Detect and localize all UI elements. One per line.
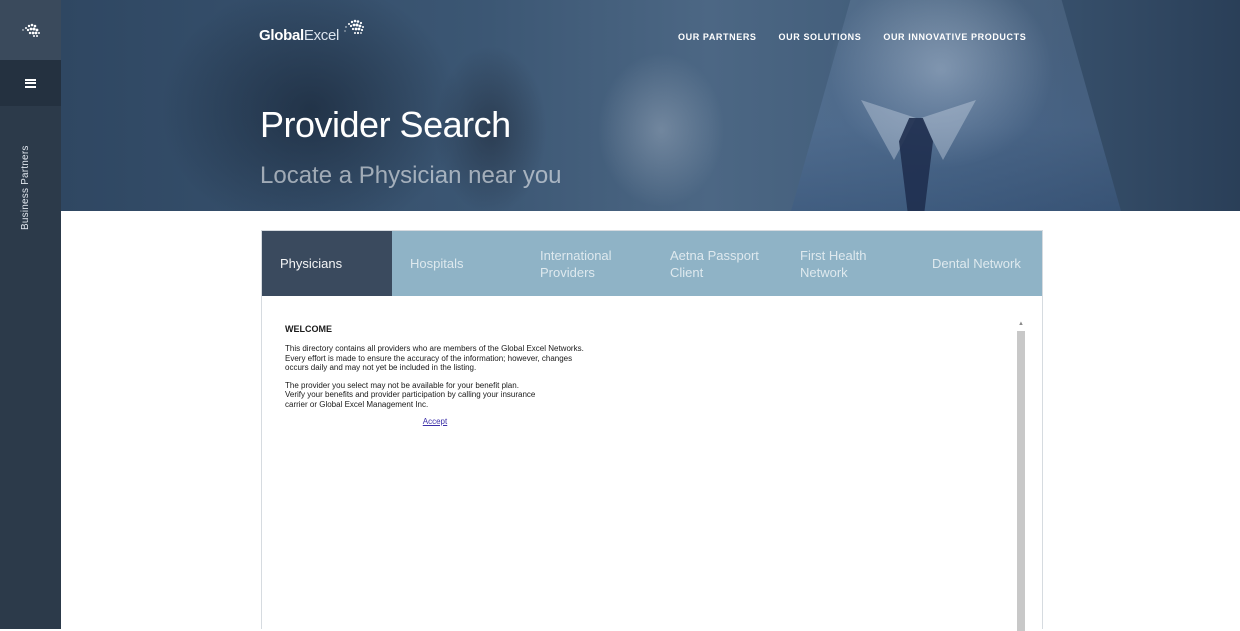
tab-label-line2: Client xyxy=(670,264,704,280)
tab-label: Physicians xyxy=(280,256,343,271)
menu-button[interactable] xyxy=(0,60,61,106)
business-partners-label: Business Partners xyxy=(20,145,31,230)
hero-banner: GlobalExcel OUR PARTNERS OUR SOLUTIONS O… xyxy=(61,0,1240,211)
welcome-line: carrier or Global Excel Management Inc. xyxy=(285,399,429,409)
globe-logo-icon xyxy=(21,23,40,37)
hamburger-icon xyxy=(25,78,36,88)
tab-label-line1: First Health xyxy=(800,247,867,263)
scroll-up-arrow-icon[interactable]: ▲ xyxy=(1015,319,1027,329)
welcome-line: The provider you select may not be avail… xyxy=(285,380,519,390)
page-subtitle: Locate a Physician near you xyxy=(260,162,562,189)
welcome-paragraph-2: The provider you select may not be avail… xyxy=(285,381,705,410)
scrollbar-thumb[interactable] xyxy=(1017,331,1025,631)
brand-logo[interactable]: GlobalExcel xyxy=(259,18,367,44)
tab-label-line2: Providers xyxy=(540,264,595,280)
brand-light: Excel xyxy=(303,27,340,44)
tab-international-providers[interactable]: International Providers xyxy=(522,231,652,296)
page-title: Provider Search xyxy=(260,104,511,145)
rail-logo[interactable] xyxy=(0,0,61,60)
tab-dental-network[interactable]: Dental Network xyxy=(912,231,1042,296)
tab-label-line2: Network xyxy=(800,264,848,280)
left-rail: Business Partners xyxy=(0,0,61,629)
nav-our-solutions[interactable]: OUR SOLUTIONS xyxy=(779,32,862,42)
welcome-line: Verify your benefits and provider partic… xyxy=(285,390,536,399)
welcome-line: occurs daily and may not yet be included… xyxy=(285,363,477,372)
tab-hospitals[interactable]: Hospitals xyxy=(392,231,522,296)
welcome-notice: WELCOME This directory contains all prov… xyxy=(285,324,705,426)
tab-label-line1: Aetna Passport xyxy=(670,247,759,263)
tab-label: Dental Network xyxy=(932,256,1021,271)
welcome-heading: WELCOME xyxy=(285,324,332,334)
nav-our-innovative-products[interactable]: OUR INNOVATIVE PRODUCTS xyxy=(883,32,1026,42)
welcome-line: Every effort is made to ensure the accur… xyxy=(285,353,573,363)
nav-our-partners[interactable]: OUR PARTNERS xyxy=(678,32,757,42)
top-navigation: OUR PARTNERS OUR SOLUTIONS OUR INNOVATIV… xyxy=(678,32,1026,42)
tab-label: International Providers xyxy=(540,247,612,281)
tab-physicians[interactable]: Physicians xyxy=(262,231,392,296)
provider-tabs: Physicians Hospitals International Provid… xyxy=(262,231,1042,296)
tab-aetna-passport-client[interactable]: Aetna Passport Client xyxy=(652,231,782,296)
tab-first-health-network[interactable]: First Health Network xyxy=(782,231,912,296)
welcome-line: This directory contains all providers wh… xyxy=(285,344,584,353)
brand-bold: Global xyxy=(259,27,304,44)
tab-label: Aetna Passport Client xyxy=(670,247,759,281)
tab-label: First Health Network xyxy=(800,247,866,281)
brand-wordmark: GlobalExcel xyxy=(259,27,339,44)
tab-label-line1: International xyxy=(540,247,612,263)
welcome-paragraph-1: This directory contains all providers wh… xyxy=(285,344,705,373)
globe-logo-icon xyxy=(344,19,365,35)
welcome-frame: WELCOME This directory contains all prov… xyxy=(275,319,1029,631)
provider-search-panel: Physicians Hospitals International Provid… xyxy=(261,230,1043,631)
tab-label: Hospitals xyxy=(410,256,464,271)
frame-scrollbar[interactable]: ▲ xyxy=(1015,319,1027,631)
accept-link[interactable]: Accept xyxy=(285,417,585,426)
